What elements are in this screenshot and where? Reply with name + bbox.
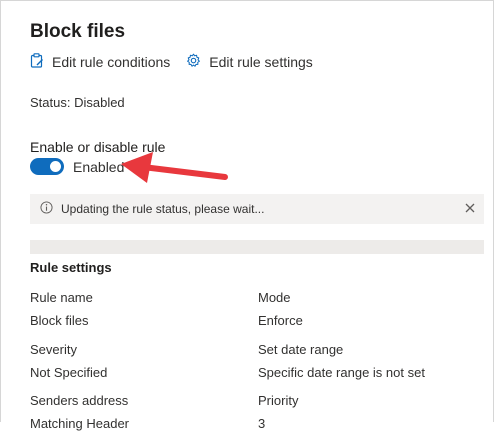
mode-field: Mode Enforce: [258, 290, 303, 328]
date-range-value: Specific date range is not set: [258, 365, 425, 380]
clipboard-edit-icon: [30, 53, 52, 71]
rule-settings-heading: Rule settings: [30, 260, 112, 275]
gear-icon: [186, 53, 209, 71]
rule-panel: Block files Edit rule conditions Edit ru…: [0, 0, 494, 431]
edit-rule-conditions-label: Edit rule conditions: [52, 54, 171, 70]
edit-rule-conditions-button[interactable]: Edit rule conditions: [30, 53, 170, 71]
priority-label: Priority: [258, 393, 299, 408]
senders-address-field: Senders address Matching Header: [30, 393, 129, 431]
priority-value: 3: [258, 416, 266, 431]
annotation-arrow-icon: [121, 152, 228, 183]
senders-address-label: Senders address: [30, 393, 129, 408]
toggle-state-text: Enabled: [73, 159, 125, 175]
enable-rule-toggle[interactable]: [30, 158, 64, 175]
date-range-field: Set date range Specific date range is no…: [258, 342, 425, 380]
info-icon: [40, 201, 53, 217]
severity-field: Severity Not Specified: [30, 342, 107, 380]
edit-rule-settings-button[interactable]: Edit rule settings: [186, 53, 313, 71]
priority-field: Priority 3: [258, 393, 298, 431]
close-icon[interactable]: [464, 202, 476, 217]
page-title: Block files: [30, 21, 126, 42]
rule-name-value: Block files: [30, 313, 89, 328]
rule-name-label: Rule name: [30, 290, 93, 305]
section-divider: [30, 240, 484, 254]
toggle-knob: [50, 161, 61, 172]
severity-value: Not Specified: [30, 365, 108, 380]
date-range-label: Set date range: [258, 342, 344, 357]
banner-message: Updating the rule status, please wait...: [61, 202, 265, 216]
mode-label: Mode: [258, 290, 291, 305]
rule-name-field: Rule name Block files: [30, 290, 93, 328]
severity-label: Severity: [30, 342, 77, 357]
senders-address-value: Matching Header: [30, 416, 129, 431]
edit-rule-settings-label: Edit rule settings: [209, 54, 313, 70]
rule-actions: Edit rule conditions Edit rule settings: [30, 53, 313, 71]
mode-value: Enforce: [258, 313, 303, 328]
status-banner: Updating the rule status, please wait...: [30, 194, 484, 224]
rule-status: Status: Disabled: [30, 95, 125, 110]
